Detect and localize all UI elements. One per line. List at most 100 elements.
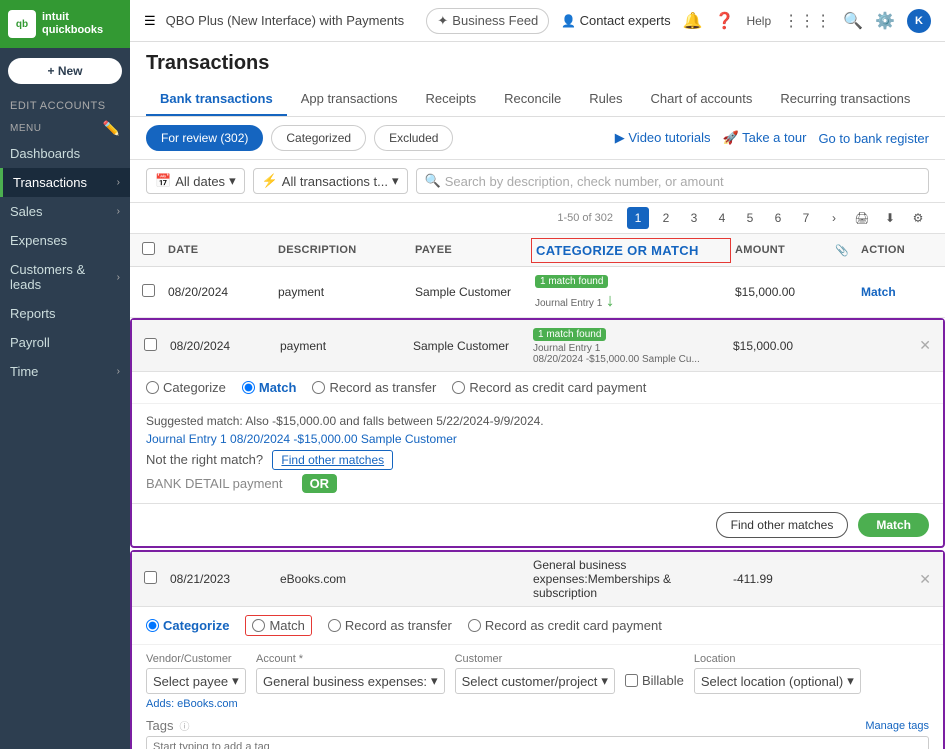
sidebar-item-sales[interactable]: Sales ›: [0, 197, 130, 226]
page-2[interactable]: 2: [655, 207, 677, 229]
menu-edit-icon[interactable]: ✏️: [103, 120, 120, 137]
suggested-text: Suggested match: Also -$15,000.00 and fa…: [146, 414, 929, 428]
tab-receipts[interactable]: Receipts: [412, 83, 491, 116]
search-icon[interactable]: 🔍: [843, 11, 863, 31]
row-date: 08/20/2024: [164, 279, 274, 305]
tab-reconcile[interactable]: Reconcile: [490, 83, 575, 116]
tags-row: Tags ⓘ Manage tags: [132, 714, 943, 749]
th-date[interactable]: DATE: [164, 236, 274, 264]
arrow-down-icon: ↓: [606, 290, 615, 310]
business-feed-button[interactable]: ✦ Business Feed: [426, 8, 549, 34]
row-description: payment: [274, 279, 411, 305]
new-button[interactable]: + New: [8, 58, 122, 84]
app-title: QBO Plus (New Interface) with Payments: [166, 13, 404, 28]
grid-icon[interactable]: ⋮⋮⋮: [783, 11, 831, 31]
take-a-tour-link[interactable]: 🚀 Take a tour: [723, 130, 807, 146]
customer-label: Customer: [455, 653, 615, 665]
filter-icon: ⚡: [262, 173, 278, 189]
table-row[interactable]: 08/20/2024 payment Sample Customer 1 mat…: [130, 267, 945, 318]
find-other-matches-button[interactable]: Find other matches: [716, 512, 849, 538]
page-3[interactable]: 3: [683, 207, 705, 229]
page-4[interactable]: 4: [711, 207, 733, 229]
sidebar-item-expenses[interactable]: Expenses: [0, 226, 130, 255]
tags-info-icon: ⓘ: [179, 718, 189, 733]
page-next[interactable]: ›: [823, 207, 845, 229]
page-7[interactable]: 7: [795, 207, 817, 229]
video-tutorials-link[interactable]: ▶ Video tutorials: [615, 130, 711, 146]
account-select[interactable]: General business expenses: ▾: [256, 668, 445, 694]
avatar[interactable]: K: [907, 9, 931, 33]
match-badge: 1 match found: [535, 275, 608, 288]
tags-input[interactable]: [146, 736, 929, 749]
transaction-type-filter[interactable]: ⚡ All transactions t... ▾: [253, 168, 408, 194]
radio2-categorize[interactable]: Categorize: [146, 618, 229, 633]
notification-icon[interactable]: 🔔: [683, 11, 703, 31]
location-select[interactable]: Select location (optional) ▾: [694, 668, 861, 694]
radio-credit-card[interactable]: Record as credit card payment: [452, 380, 646, 395]
exp2-date: 08/21/2023: [166, 566, 276, 592]
th-description: DESCRIPTION: [274, 236, 411, 264]
date-filter[interactable]: 📅 All dates ▾: [146, 168, 245, 194]
sidebar-item-customers[interactable]: Customers & leads ›: [0, 255, 130, 299]
match-button[interactable]: Match: [858, 513, 929, 537]
billable-checkbox[interactable]: Billable: [625, 667, 684, 694]
exp-checkbox[interactable]: [140, 332, 166, 360]
chevron-down-icon: ▾: [229, 173, 236, 189]
close-icon[interactable]: ✕: [915, 331, 935, 360]
adds-link[interactable]: Adds: eBooks.com: [132, 698, 943, 714]
tags-label: Tags ⓘ Manage tags: [146, 718, 929, 733]
contact-experts-link[interactable]: 👤 Contact experts: [561, 13, 670, 28]
select-all-checkbox[interactable]: [142, 242, 155, 255]
expanded-footer-1: Find other matches Match: [132, 503, 943, 546]
row-action-match[interactable]: Match: [857, 279, 937, 305]
tab-app-transactions[interactable]: App transactions: [287, 83, 412, 116]
help-icon[interactable]: ❓: [715, 11, 735, 31]
page-header: Transactions: [130, 42, 945, 83]
tab-recurring-transactions[interactable]: Recurring transactions: [766, 83, 924, 116]
sidebar-item-payroll[interactable]: Payroll: [0, 328, 130, 357]
tab-chart-of-accounts[interactable]: Chart of accounts: [636, 83, 766, 116]
page-5[interactable]: 5: [739, 207, 761, 229]
page-1[interactable]: 1: [627, 207, 649, 229]
vendor-select[interactable]: Select payee ▾: [146, 668, 246, 694]
radio-categorize[interactable]: Categorize: [146, 380, 226, 395]
th-categorize-or-match: CATEGORIZE OR MATCH: [531, 238, 731, 263]
sidebar-item-dashboards[interactable]: Dashboards: [0, 139, 130, 168]
close-icon-2[interactable]: ✕: [915, 565, 935, 594]
sub-tab-excluded[interactable]: Excluded: [374, 125, 453, 151]
th-payee: PAYEE: [411, 236, 531, 264]
settings-icon[interactable]: ⚙️: [875, 11, 895, 31]
radio-record-transfer[interactable]: Record as transfer: [312, 380, 436, 395]
main-tabs-bar: Bank transactions App transactions Recei…: [130, 83, 945, 117]
sidebar-edit-accounts[interactable]: Edit accounts: [0, 94, 130, 114]
chevron-right-icon: ›: [117, 272, 120, 283]
radio2-credit-card[interactable]: Record as credit card payment: [468, 618, 662, 633]
search-box[interactable]: 🔍 Search by description, check number, o…: [416, 168, 929, 194]
exp2-checkbox[interactable]: [140, 565, 166, 593]
radio-match[interactable]: Match: [242, 380, 297, 395]
hamburger-icon[interactable]: ☰: [144, 13, 156, 29]
radio2-match[interactable]: Match: [245, 615, 311, 636]
customer-select[interactable]: Select customer/project ▾: [455, 668, 615, 694]
page-6[interactable]: 6: [767, 207, 789, 229]
export-icon[interactable]: ⬇: [879, 207, 901, 229]
find-matches-link[interactable]: Find other matches: [272, 450, 393, 470]
manage-tags-link[interactable]: Manage tags: [865, 720, 929, 732]
exp-match-detail1: Journal Entry 1: [533, 343, 725, 354]
sub-tab-for-review[interactable]: For review (302): [146, 125, 263, 151]
sub-tab-categorized[interactable]: Categorized: [271, 125, 366, 151]
print-icon[interactable]: 🖨: [851, 207, 873, 229]
sidebar-item-reports[interactable]: Reports: [0, 299, 130, 328]
tab-bank-transactions[interactable]: Bank transactions: [146, 83, 287, 116]
row-checkbox[interactable]: [138, 278, 164, 306]
bank-register-link[interactable]: Go to bank register: [818, 131, 929, 146]
sidebar-item-transactions[interactable]: Transactions ›: [0, 168, 130, 197]
tab-rules[interactable]: Rules: [575, 83, 636, 116]
quickbooks-logo-icon: qb: [8, 10, 36, 38]
exp-description: payment: [276, 333, 409, 359]
journal-entry-link[interactable]: Journal Entry 1 08/20/2024 -$15,000.00 S…: [146, 432, 929, 446]
sidebar-item-time[interactable]: Time ›: [0, 357, 130, 386]
main-content: ☰ QBO Plus (New Interface) with Payments…: [130, 0, 945, 749]
settings-icon[interactable]: ⚙: [907, 207, 929, 229]
radio2-record-transfer[interactable]: Record as transfer: [328, 618, 452, 633]
